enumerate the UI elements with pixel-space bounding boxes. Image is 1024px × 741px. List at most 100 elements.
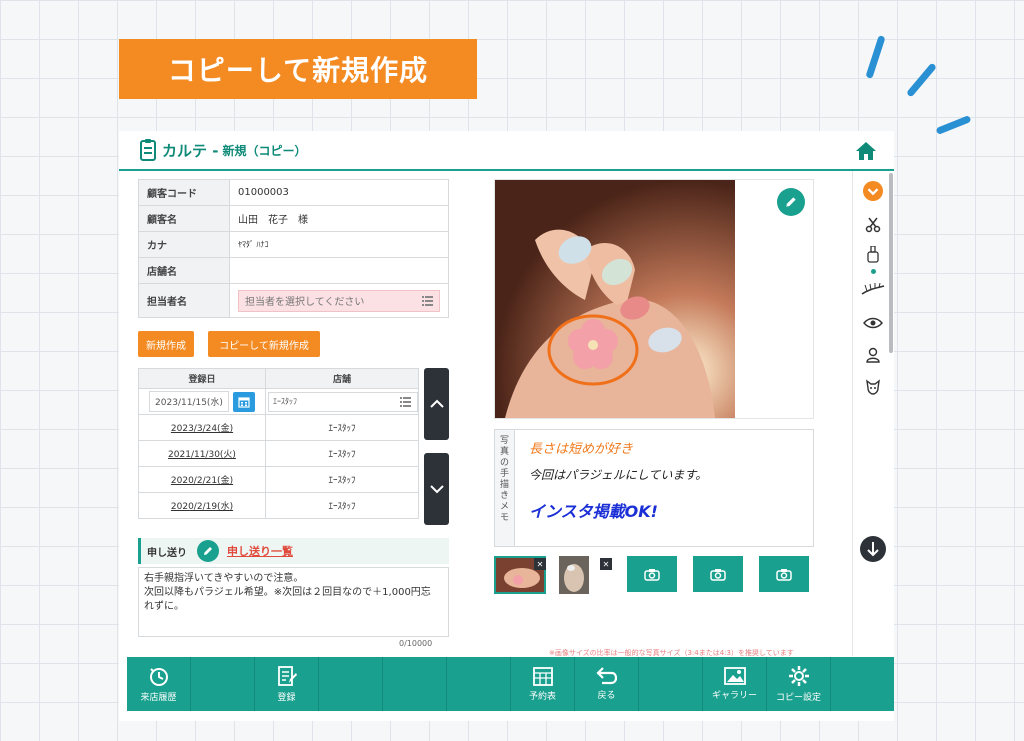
decoration-stroke: [865, 34, 886, 80]
schedule-button[interactable]: 予約表: [511, 657, 575, 711]
staff-select[interactable]: 担当者を選択してください: [238, 289, 440, 312]
table-row: 店舗名: [138, 257, 449, 284]
toolbar-slot: [191, 657, 255, 711]
nail-polish-icon[interactable]: [863, 245, 883, 265]
gallery-button[interactable]: ギャラリー: [703, 657, 767, 711]
list-icon: [422, 295, 433, 306]
camera-icon: [776, 568, 792, 581]
field-label: 顧客コード: [138, 179, 230, 206]
scissors-icon[interactable]: [863, 215, 883, 235]
arrow-down-circle-icon: [860, 536, 886, 562]
remove-thumbnail-2-button[interactable]: ✕: [600, 558, 612, 570]
tab-char: 真: [499, 447, 509, 457]
field-label: 担当者名: [138, 283, 230, 318]
eye-icon[interactable]: [863, 313, 883, 333]
nail-photo[interactable]: [495, 180, 735, 418]
field-label: 店舗名: [138, 257, 230, 284]
visit-date-link[interactable]: 2021/11/30(火): [138, 440, 266, 467]
chevron-down-icon: [429, 485, 444, 494]
visit-store: ｴｰｽﾀｯﾌ: [265, 440, 419, 467]
table-row[interactable]: 2021/11/30(火) ｴｰｽﾀｯﾌ: [138, 440, 419, 467]
register-button[interactable]: 登録: [255, 657, 319, 711]
visit-store: ｴｰｽﾀｯﾌ: [265, 414, 419, 441]
collapse-menu-button[interactable]: [863, 181, 883, 201]
tab-char: の: [499, 458, 509, 468]
tab-char: モ: [499, 513, 509, 523]
date-input[interactable]: 2023/11/15(水): [149, 391, 229, 412]
tab-char: 描: [499, 480, 509, 490]
decoration-stroke: [935, 115, 972, 135]
list-icon: [400, 396, 411, 407]
add-photo-button[interactable]: [693, 556, 743, 592]
field-label: カナ: [138, 231, 230, 258]
handover-header: 申し送り 申し送り一覧: [138, 538, 449, 564]
photo-thumbnails: ✕ ✕: [494, 556, 814, 596]
gear-icon: [788, 666, 809, 686]
char-counter: 0/10000: [399, 639, 433, 648]
column-header-store: 店舗: [265, 368, 419, 389]
scrollbar-thumb[interactable]: [889, 173, 893, 353]
app-header: カルテ - 新規（コピー）: [119, 131, 894, 171]
decoration-stroke: [905, 62, 938, 98]
visit-history-table: 登録日 店舗 2023/11/15(水) ｴｰｽﾀｯﾌ 2023/3/24(金)…: [138, 368, 419, 519]
toolbar-slot: [639, 657, 703, 711]
copy-settings-button[interactable]: コピー設定: [767, 657, 831, 711]
visit-history-button[interactable]: 来店履歴: [127, 657, 191, 711]
new-record-button[interactable]: 新規作成: [138, 331, 194, 357]
back-button[interactable]: 戻る: [575, 657, 639, 711]
add-photo-button[interactable]: [627, 556, 677, 592]
copy-new-button[interactable]: コピーして新規作成: [208, 331, 320, 357]
visit-date-link[interactable]: 2023/3/24(金): [138, 414, 266, 441]
store-name-value: [229, 257, 449, 284]
camera-icon: [644, 568, 660, 581]
table-row: 担当者名 担当者を選択してください: [138, 283, 449, 318]
person-icon[interactable]: [863, 345, 883, 365]
table-row[interactable]: 2020/2/21(金) ｴｰｽﾀｯﾌ: [138, 466, 419, 493]
date-cell: 2023/11/15(水): [138, 388, 266, 415]
clock-history-icon: [149, 668, 168, 686]
side-rail: [852, 171, 894, 656]
edit-photo-button[interactable]: [777, 188, 805, 216]
eyelash-icon[interactable]: [860, 279, 886, 299]
staff-cell: 担当者を選択してください: [229, 283, 449, 318]
handover-label: 申し送り: [147, 547, 187, 559]
clipboard-icon: [140, 139, 156, 161]
customer-name-value: 山田 花子 様: [229, 205, 449, 232]
visit-date-link[interactable]: 2020/2/21(金): [138, 466, 266, 493]
thumbnail-2[interactable]: [559, 556, 589, 594]
scroll-up-button[interactable]: [424, 368, 449, 440]
table-header-row: 登録日 店舗: [138, 368, 419, 389]
schedule-label: 予約表: [528, 692, 556, 702]
table-row: 顧客名 山田 花子 様: [138, 205, 449, 232]
copy-settings-label: コピー設定: [775, 693, 821, 703]
gallery-label: ギャラリー: [711, 691, 757, 701]
memo-line-1: 長さは短めが好き: [529, 442, 634, 457]
table-row[interactable]: 2020/2/19(水) ｴｰｽﾀｯﾌ: [138, 492, 419, 519]
handwritten-memo-tab: 写 真 の 手 描 き メ モ: [495, 430, 515, 546]
store-select[interactable]: ｴｰｽﾀｯﾌ: [268, 391, 418, 412]
store-cell: ｴｰｽﾀｯﾌ: [265, 388, 419, 415]
customer-kana-value: ﾔﾏﾀﾞ ﾊﾅｺ: [229, 231, 449, 258]
handover-line: 次回以降もパラジェル希望。※次回は２回目なので＋1,000円忘: [144, 587, 431, 598]
active-indicator: [871, 269, 876, 274]
handover-textarea[interactable]: 右手親指浮いてきやすいので注意。 次回以降もパラジェル希望。※次回は２回目なので…: [138, 567, 449, 637]
add-photo-button[interactable]: [759, 556, 809, 592]
scroll-bottom-button[interactable]: [860, 536, 886, 562]
remove-thumbnail-1-button[interactable]: ✕: [534, 558, 546, 570]
home-icon[interactable]: [855, 141, 877, 161]
table-row[interactable]: 2023/3/24(金) ｴｰｽﾀｯﾌ: [138, 414, 419, 441]
scroll-down-button[interactable]: [424, 453, 449, 525]
pencil-icon[interactable]: [197, 540, 219, 562]
handover-list-link[interactable]: 申し送り一覧: [227, 543, 293, 559]
tab-char: メ: [499, 502, 509, 512]
page-banner: コピーして新規作成: [119, 39, 477, 99]
tab-char: 写: [499, 436, 509, 446]
pet-icon[interactable]: [863, 377, 883, 397]
visit-store: ｴｰｽﾀｯﾌ: [265, 466, 419, 493]
calendar-grid-icon: [532, 667, 553, 686]
handwritten-memo[interactable]: 写 真 の 手 描 き メ モ 長さは短めが好き 今回はパラジェルにしています。…: [494, 429, 814, 547]
calendar-icon[interactable]: [232, 391, 255, 412]
visit-date-link[interactable]: 2020/2/19(水): [138, 492, 266, 519]
toolbar-slot: [447, 657, 511, 711]
table-row: 2023/11/15(水) ｴｰｽﾀｯﾌ: [138, 388, 419, 415]
